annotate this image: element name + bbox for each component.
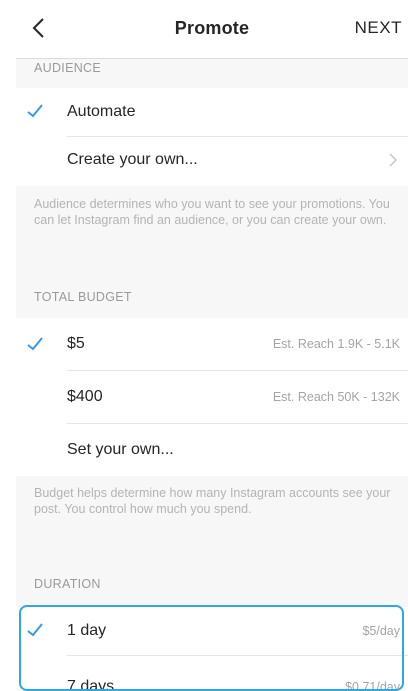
nav-header: Promote NEXT (16, 0, 408, 59)
audience-options: Automate Create your own... (16, 88, 408, 186)
promote-screen: Promote NEXT AUDIENCE Automate Create yo… (16, 0, 408, 691)
chevron-right-icon (389, 153, 398, 167)
next-button[interactable]: NEXT (355, 18, 402, 38)
budget-section-header: TOTAL BUDGET (34, 290, 132, 304)
budget-option-5[interactable]: $5 Est. Reach 1.9K - 5.1K (16, 318, 408, 370)
budget-options: $5 Est. Reach 1.9K - 5.1K $400 Est. Reac… (16, 318, 408, 476)
estimated-reach: Est. Reach 1.9K - 5.1K (272, 337, 400, 351)
daily-rate: $5/day (362, 624, 400, 638)
checkmark-icon (27, 104, 43, 118)
duration-option-7-days[interactable]: 7 days $0.71/day (16, 655, 408, 691)
duration-options: 1 day $5/day 7 days $0.71/day (16, 607, 408, 691)
checkmark-icon (27, 623, 43, 637)
option-label: Automate (67, 103, 136, 120)
option-label: $400 (67, 387, 103, 405)
audience-section-header: AUDIENCE (34, 61, 101, 75)
budget-description: Budget helps determine how many Instagra… (34, 486, 391, 516)
audience-description: Audience determines who you want to see … (34, 197, 390, 227)
budget-option-400[interactable]: $400 Est. Reach 50K - 132K (16, 370, 408, 423)
option-label: $5 (67, 335, 85, 352)
option-label: Create your own... (67, 151, 198, 168)
option-label: 7 days (67, 678, 115, 691)
option-label: 1 day (67, 622, 107, 639)
estimated-reach: Est. Reach 50K - 132K (272, 389, 400, 404)
duration-option-1-day[interactable]: 1 day $5/day (16, 607, 408, 655)
audience-option-create-own[interactable]: Create your own... (16, 136, 408, 184)
checkmark-icon (27, 337, 43, 351)
budget-option-set-own[interactable]: Set your own... (16, 423, 408, 476)
audience-option-automate[interactable]: Automate (16, 88, 408, 136)
duration-section-header: DURATION (34, 577, 101, 591)
option-label: Set your own... (67, 440, 174, 458)
page-title: Promote (174, 18, 250, 38)
daily-rate: $0.71/day (345, 680, 400, 691)
